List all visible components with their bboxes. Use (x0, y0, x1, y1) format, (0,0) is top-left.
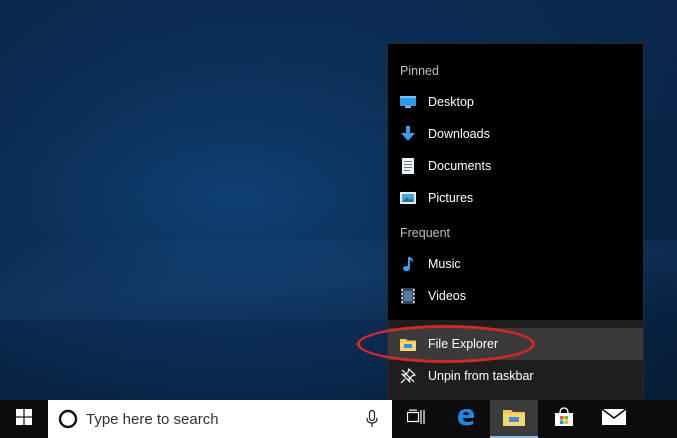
jump-item-pictures[interactable]: Pictures (388, 182, 643, 214)
jump-item-label: Desktop (428, 95, 474, 109)
taskbar-search-box[interactable]: Type here to search (48, 400, 392, 438)
file-explorer-jump-list: Pinned Desktop Downloads Documents Pictu… (387, 43, 644, 400)
jump-item-file-explorer[interactable]: File Explorer (388, 328, 643, 360)
file-explorer-icon (503, 408, 525, 431)
search-placeholder: Type here to search (86, 410, 219, 428)
music-icon (400, 256, 416, 272)
jump-item-downloads[interactable]: Downloads (388, 118, 643, 150)
jump-item-music[interactable]: Music (388, 248, 643, 280)
jump-item-label: Documents (428, 159, 492, 173)
task-view-button[interactable] (392, 400, 440, 438)
file-explorer-taskbar-button[interactable] (490, 400, 538, 438)
jump-item-label: Pictures (428, 191, 474, 205)
file-explorer-icon (400, 336, 416, 352)
pinned-header: Pinned (400, 64, 439, 78)
windows-logo-icon (16, 408, 32, 430)
jump-item-label: Downloads (428, 127, 490, 141)
mail-icon (601, 407, 627, 430)
jump-item-label: Music (428, 257, 461, 271)
store-icon (554, 406, 574, 432)
mail-taskbar-button[interactable] (590, 400, 638, 438)
cortana-icon (58, 409, 78, 429)
jump-item-documents[interactable]: Documents (388, 150, 643, 182)
store-taskbar-button[interactable] (540, 400, 588, 438)
taskbar: Type here to search (0, 400, 677, 438)
jump-item-videos[interactable]: Videos (388, 280, 643, 312)
jump-list-footer: File Explorer Unpin from taskbar (388, 320, 643, 400)
edge-taskbar-button[interactable] (442, 400, 490, 438)
start-button[interactable] (0, 400, 48, 438)
jump-item-label: Videos (428, 289, 466, 303)
microphone-icon[interactable] (366, 410, 378, 428)
pictures-icon (400, 190, 416, 206)
unpin-icon (400, 368, 416, 384)
downloads-icon (400, 126, 416, 142)
desktop-icon (400, 94, 416, 110)
documents-icon (400, 158, 416, 174)
jump-item-desktop[interactable]: Desktop (388, 86, 643, 118)
task-view-icon (406, 409, 425, 430)
edge-icon (456, 407, 476, 432)
jump-item-label: Unpin from taskbar (428, 369, 534, 383)
jump-item-label: File Explorer (428, 337, 499, 351)
jump-item-unpin[interactable]: Unpin from taskbar (388, 360, 643, 392)
videos-icon (400, 288, 416, 304)
frequent-header: Frequent (400, 226, 451, 240)
